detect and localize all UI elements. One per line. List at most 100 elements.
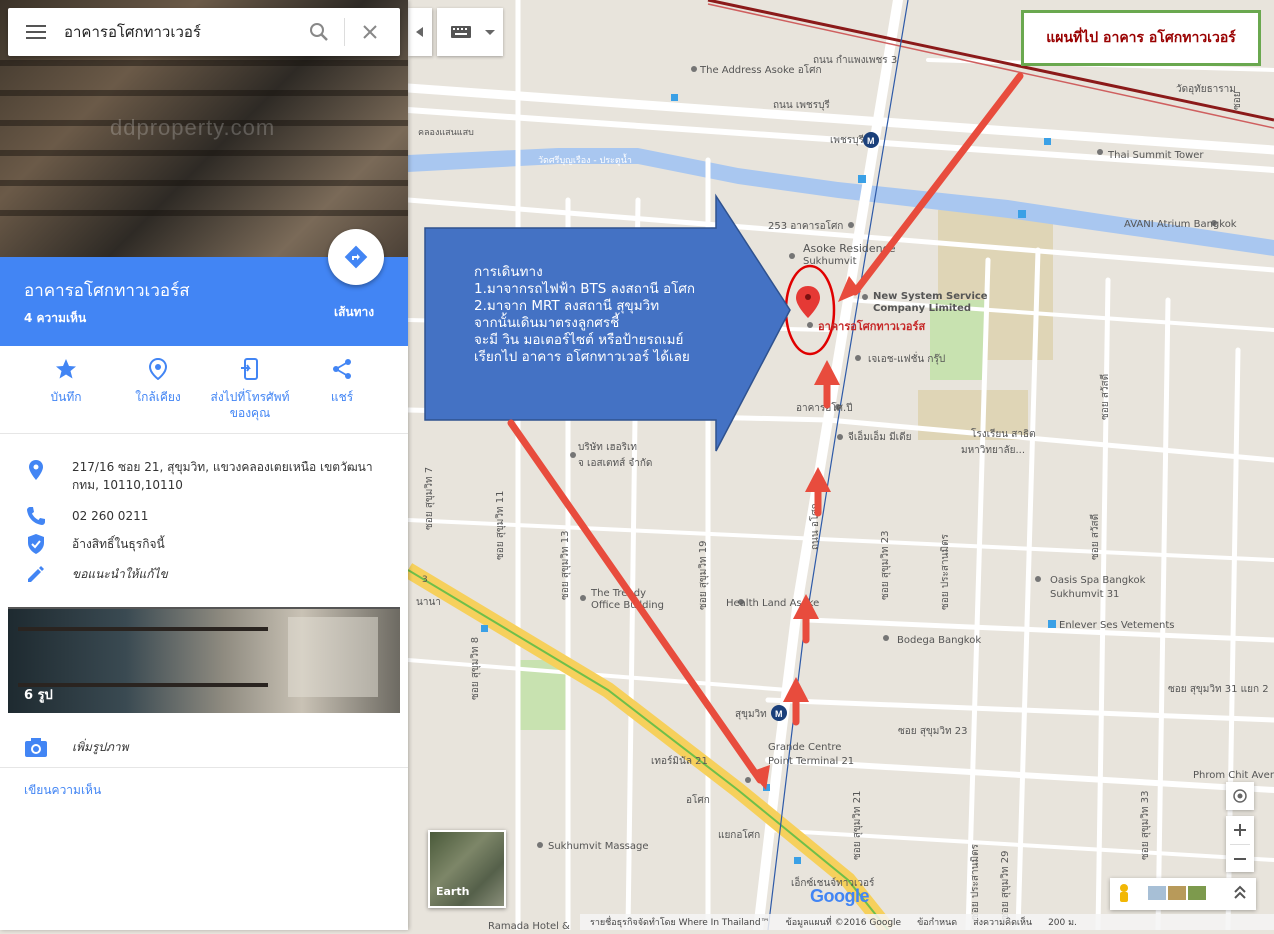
share-icon bbox=[333, 359, 351, 379]
map-label: AVANI Atrium Bangkok bbox=[1124, 219, 1237, 230]
write-review-link[interactable]: เขียนความเห็น bbox=[24, 781, 101, 800]
map-footer: รายชื่อธุรกิจจัดทำโดย Where In Thailand™… bbox=[580, 914, 1274, 930]
map-label: อโศก bbox=[686, 793, 710, 806]
map-graphics[interactable]: M M The Address Asoke อโศก ถนน เพชรบุรี … bbox=[403, 0, 1274, 934]
map-canvas[interactable]: M M The Address Asoke อโศก ถนน เพชรบุรี … bbox=[403, 0, 1274, 934]
instruction-line: จะมี วิน มอเตอร์ไซต์ หรือป้ายรถเมย์ bbox=[474, 332, 684, 348]
photo-count: 6 รูป bbox=[24, 688, 53, 703]
map-label: Office Building bbox=[591, 600, 664, 611]
map-label: ซอย สุขุมวิท 23 bbox=[898, 726, 967, 737]
send-to-phone-label: ส่งไปที่โทรศัพท์ของคุณ bbox=[210, 390, 290, 420]
directions-label[interactable]: เส้นทาง bbox=[334, 303, 374, 322]
nearby-label: ใกล้เคียง bbox=[135, 390, 181, 404]
my-location-icon bbox=[1233, 789, 1247, 803]
map-label: Company Limited bbox=[873, 303, 971, 314]
earth-view-toggle[interactable]: Earth bbox=[428, 830, 506, 908]
place-title: อาคารอโศกทาวเวอร์ส bbox=[24, 281, 190, 301]
map-label: Point Terminal 21 bbox=[768, 756, 854, 767]
map-label: ซอย สุขุมวิท 23 bbox=[880, 531, 891, 600]
photos-gallery[interactable]: 6 รูป bbox=[8, 607, 400, 713]
phone-row[interactable]: 02 260 0211 bbox=[0, 504, 408, 528]
save-label: บันทึก bbox=[50, 390, 82, 404]
chevron-left-icon bbox=[416, 27, 423, 37]
close-icon bbox=[363, 25, 377, 39]
map-label: ซอย สุขุมวิท 31 แยก 2 bbox=[1168, 684, 1269, 695]
footer-feedback-link[interactable]: ส่งความคิดเห็น bbox=[973, 915, 1032, 929]
map-label: The Address Asoke อโศก bbox=[699, 63, 822, 76]
keyboard-icon bbox=[451, 26, 471, 38]
map-label: Oasis Spa Bangkok bbox=[1050, 575, 1146, 586]
search-box bbox=[8, 8, 400, 56]
instruction-line: 2.มาจาก MRT ลงสถานี สุขุมวิท bbox=[474, 298, 660, 314]
collapse-panel-button[interactable] bbox=[408, 8, 432, 56]
clear-search-button[interactable] bbox=[345, 8, 395, 56]
verified-shield-icon bbox=[28, 534, 44, 554]
map-label: Ramada Hotel & bbox=[488, 921, 570, 930]
claim-business-row[interactable]: อ้างสิทธิ์ในธุรกิจนี้ bbox=[0, 532, 408, 556]
plus-icon bbox=[1234, 824, 1246, 836]
camera-icon bbox=[25, 738, 47, 757]
map-label-destination: อาคารอโศกทาวเวอร์ส bbox=[818, 319, 925, 333]
svg-text:M: M bbox=[775, 709, 783, 719]
map-label: ซอย bbox=[1232, 91, 1243, 110]
map-label: ซอย ประสานมิตร bbox=[970, 843, 981, 920]
address-row[interactable]: 217/16 ซอย 21, สุขุมวิท, แขวงคลองเตยเหนื… bbox=[0, 458, 408, 498]
chevron-up-icon bbox=[1234, 891, 1246, 899]
directions-button[interactable] bbox=[328, 229, 384, 285]
map-label: ซอย สุขุมวิท 29 bbox=[1000, 851, 1011, 920]
search-button[interactable] bbox=[294, 8, 344, 56]
share-button[interactable]: แชร์ bbox=[292, 358, 392, 405]
map-label: ซอย สุขุมวิท 21 bbox=[852, 791, 863, 860]
map-label: จ เอสเตทส์ จำกัด bbox=[578, 457, 652, 469]
zoom-in-button[interactable] bbox=[1234, 816, 1246, 844]
map-label: Grande Centre bbox=[768, 742, 841, 753]
suggest-edit-text: ขอแนะนำให้แก้ไข bbox=[72, 567, 168, 581]
suggest-edit-row[interactable]: ขอแนะนำให้แก้ไข bbox=[0, 562, 408, 586]
map-label: แยกอโศก bbox=[718, 828, 760, 841]
instruction-line: 1.มาจากรถไฟฟ้า BTS ลงสถานี อโศก bbox=[474, 281, 696, 297]
map-label: บริษัท เฮอริเท bbox=[578, 442, 637, 453]
map-label: ซอย สุขุมวิท 13 bbox=[560, 531, 571, 600]
dropdown-arrow-icon[interactable] bbox=[483, 27, 497, 37]
map-label: เทอร์มินัล 21 bbox=[651, 755, 708, 767]
map-label: เจเอช-แฟชั่น กรุ๊ป bbox=[868, 351, 945, 365]
street-view-imagery-bar[interactable] bbox=[1110, 878, 1256, 910]
earth-label: Earth bbox=[436, 885, 470, 898]
map-label: Phrom Chit Avenue bbox=[1193, 770, 1274, 781]
add-photo-text: เพิ่มรูปภาพ bbox=[72, 740, 129, 754]
map-label: วัดอุทัยธาราม bbox=[1176, 84, 1236, 95]
map-label: โรงเรียน สาธิต bbox=[971, 427, 1036, 440]
search-input[interactable] bbox=[64, 23, 294, 41]
reviews-count-link[interactable]: 4 ความเห็น bbox=[24, 309, 86, 328]
map-label: ถนน เพชรบุรี bbox=[773, 99, 830, 111]
star-icon bbox=[56, 359, 76, 379]
map-label: 253 อาคารอโศก bbox=[768, 219, 843, 232]
nearby-icon bbox=[148, 357, 168, 381]
menu-button[interactable] bbox=[8, 8, 64, 56]
add-photo-row[interactable]: เพิ่มรูปภาพ bbox=[0, 728, 408, 768]
map-label: ซอย ประสานมิตร bbox=[940, 533, 951, 610]
google-logo-text: Google bbox=[810, 886, 870, 906]
footer-terms-link[interactable]: ข้อกำหนด bbox=[917, 915, 957, 929]
map-label: Enlever Ses Vetements bbox=[1059, 620, 1175, 631]
save-button[interactable]: บันทึก bbox=[16, 358, 116, 405]
search-icon bbox=[310, 23, 328, 41]
input-tools-button[interactable] bbox=[437, 8, 503, 56]
map-label: สุขุมวิท bbox=[735, 709, 767, 720]
map-label: The Trendy bbox=[590, 588, 646, 599]
zoom-out-button[interactable] bbox=[1234, 845, 1246, 872]
map-label: Bodega Bangkok bbox=[897, 635, 981, 646]
share-label: แชร์ bbox=[330, 390, 354, 404]
nearby-button[interactable]: ใกล้เคียง bbox=[108, 357, 208, 405]
footer-scale: 200 ม. bbox=[1048, 918, 1077, 928]
my-location-button[interactable] bbox=[1226, 782, 1254, 810]
map-label: Thai Summit Tower bbox=[1107, 150, 1204, 161]
map-label: คลองแสนแสบ bbox=[418, 128, 474, 138]
action-bar: บันทึก ใกล้เคียง ส่งไปที่โทรศัพท์ของคุณ … bbox=[0, 346, 408, 434]
minus-icon bbox=[1234, 857, 1246, 860]
send-to-phone-button[interactable]: ส่งไปที่โทรศัพท์ของคุณ bbox=[200, 358, 300, 421]
map-label: New System Service bbox=[873, 291, 988, 302]
location-pin-icon bbox=[29, 460, 43, 480]
map-label: ซอย สุขุมวิท 7 bbox=[424, 467, 435, 530]
map-label: 3 bbox=[422, 575, 428, 585]
